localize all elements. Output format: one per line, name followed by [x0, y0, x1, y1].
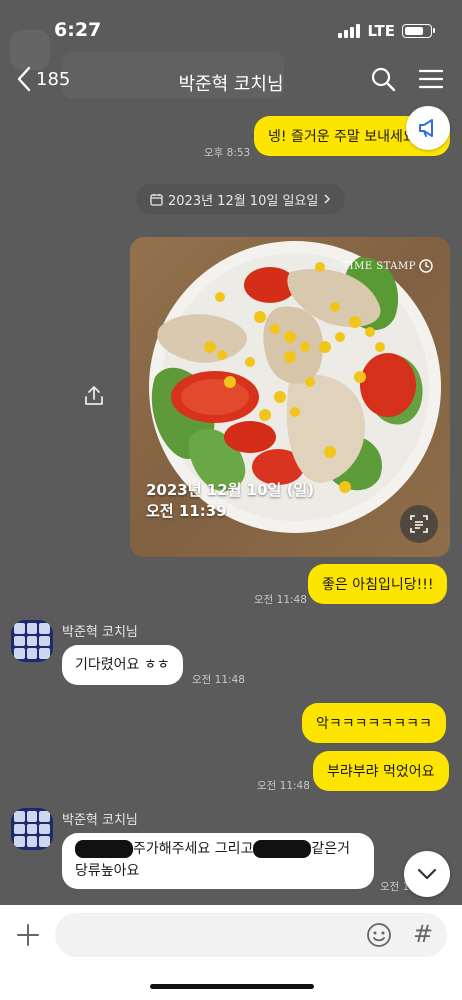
food-photo[interactable]: TIME STAMP 2023년 12월 10일 (일) 오전 11:39: [130, 237, 450, 557]
scroll-to-bottom-button[interactable]: [404, 851, 450, 897]
back-button[interactable]: 185: [16, 66, 70, 92]
my-message-bubble[interactable]: 부랴부랴 먹었어요: [313, 751, 449, 791]
megaphone-icon[interactable]: [406, 106, 450, 150]
my-message-bubble[interactable]: 악ㅋㅋㅋㅋㅋㅋㅋㅋ: [302, 703, 446, 743]
message-line-1-tail: 같은거: [311, 841, 351, 857]
input-bar: #: [0, 905, 462, 1000]
message-time: 오전 11:48: [192, 674, 245, 686]
avatar[interactable]: [11, 620, 53, 662]
other-message-bubble[interactable]: 기다렸어요 ㅎㅎ: [62, 645, 183, 685]
share-icon[interactable]: [82, 384, 106, 408]
message-time: 오전 11:48: [257, 780, 310, 792]
other-message-bubble[interactable]: 주가해주세요 그리고 같은거 당류높아요: [62, 833, 374, 889]
date-label: 2023년 12월 10일 일요일: [168, 193, 319, 209]
status-bar: 6:27 LTE: [0, 0, 462, 58]
battery-icon: [402, 24, 435, 38]
avatar[interactable]: [11, 808, 53, 850]
announce-icon: [419, 119, 433, 137]
my-message-bubble[interactable]: 좋은 아침입니당!!!: [308, 564, 448, 604]
emoji-icon[interactable]: [366, 922, 392, 948]
text-scan-button[interactable]: [400, 505, 438, 543]
redacted-scribble: [75, 840, 133, 858]
sender-name: 박준혁 코치님: [62, 813, 138, 828]
message-line-1: 주가해주세요 그리고: [133, 841, 254, 857]
redacted-scribble: [253, 840, 312, 858]
menu-icon[interactable]: [418, 66, 444, 92]
home-indicator: [150, 984, 314, 989]
status-time: 6:27: [54, 19, 102, 41]
hashtag-button[interactable]: #: [413, 920, 433, 948]
message-line-2: 당류높아요: [75, 863, 140, 879]
chevron-right-icon: [324, 194, 331, 204]
photo-stamp-date: 2023년 12월 10일 (일): [146, 481, 315, 499]
photo-stamp-time: 오전 11:39: [146, 502, 227, 520]
timestamp-brand: TIME STAMP: [342, 261, 416, 272]
network-label: LTE: [367, 22, 395, 40]
signal-icon: [338, 24, 361, 38]
chevron-down-icon: [417, 868, 437, 880]
sender-name: 박준혁 코치님: [62, 625, 138, 640]
message-time: 오후 8:53: [204, 147, 251, 159]
date-divider[interactable]: 2023년 12월 10일 일요일: [136, 184, 346, 214]
unread-count: 185: [36, 68, 71, 90]
plus-icon[interactable]: [14, 921, 42, 949]
calendar-icon: [150, 193, 163, 206]
scan-text-icon: [410, 515, 428, 533]
message-time: 오전 11:48: [254, 594, 307, 606]
battery-level: [405, 27, 423, 35]
chat-header: 185 박준혁 코치님: [0, 58, 462, 106]
status-indicators: LTE: [338, 22, 435, 40]
search-icon[interactable]: [370, 66, 396, 92]
chevron-left-icon: [17, 66, 31, 92]
clock-stamp-icon: [419, 259, 433, 273]
